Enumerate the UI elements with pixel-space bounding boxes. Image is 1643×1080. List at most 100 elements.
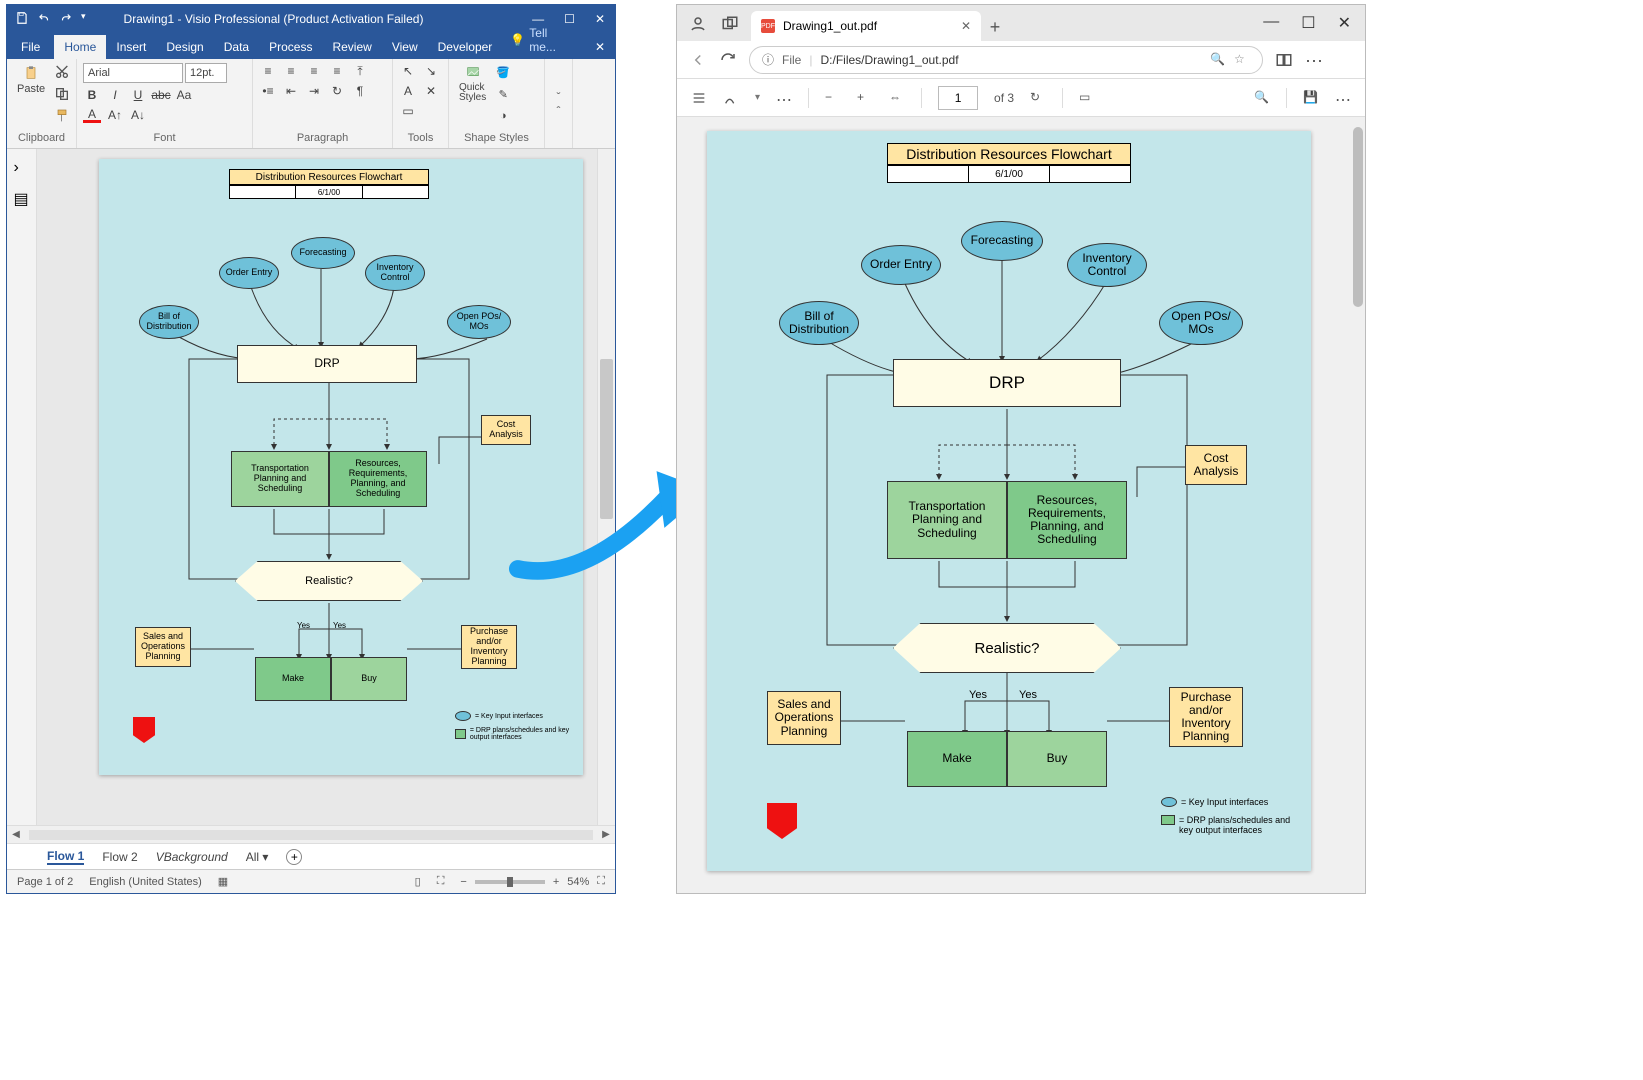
add-sheet-button[interactable]: + [286, 849, 302, 865]
tab-home[interactable]: Home [54, 35, 106, 59]
font-size-select[interactable]: 12pt. [185, 63, 227, 83]
node-purchase-inv-l[interactable]: Purchase and/or Inventory Planning [1169, 687, 1243, 747]
tab-process[interactable]: Process [259, 35, 322, 59]
node-open-pos[interactable]: Open POs/ MOs [447, 305, 511, 339]
pdf-viewport[interactable]: Distribution Resources Flowchart 6/1/00 … [677, 117, 1351, 893]
new-tab-button[interactable]: + [981, 13, 1009, 41]
page-width-icon[interactable]: ⛶ [437, 875, 445, 888]
node-buy[interactable]: Buy [331, 657, 407, 701]
node-open-pos-l[interactable]: Open POs/ MOs [1159, 301, 1243, 345]
bullets-icon[interactable]: •≡ [259, 83, 277, 99]
pdf-zoom-in-icon[interactable]: + [857, 90, 873, 106]
node-forecasting-l[interactable]: Forecasting [961, 221, 1043, 261]
draw-dropdown-icon[interactable]: ▾ [755, 92, 760, 103]
page-view-icon[interactable]: ▭ [1079, 90, 1095, 106]
node-bill-of-dist-l[interactable]: Bill of Distribution [779, 301, 859, 345]
edge-close-icon[interactable]: ✕ [1338, 13, 1351, 33]
expand-shapes-icon[interactable]: › [14, 159, 30, 175]
italic-icon[interactable]: I [106, 87, 124, 103]
inc-indent-icon[interactable]: ⇥ [305, 83, 323, 99]
tell-me[interactable]: 💡Tell me... [502, 21, 585, 59]
scroll-thumb[interactable] [600, 359, 613, 519]
save-icon[interactable] [15, 11, 29, 28]
node-inventory-control-l[interactable]: Inventory Control [1067, 243, 1147, 287]
paragraph-marks-icon[interactable]: ¶ [351, 83, 369, 99]
crop-tool-icon[interactable]: ✕ [422, 83, 440, 99]
undo-icon[interactable] [37, 11, 51, 28]
cut-icon[interactable] [53, 63, 71, 81]
tab-design[interactable]: Design [156, 35, 213, 59]
zoom-out-icon[interactable]: − [460, 876, 466, 888]
align-top-icon[interactable]: ⤒ [351, 63, 369, 79]
line-icon[interactable]: ✎ [494, 85, 512, 103]
node-forecasting[interactable]: Forecasting [291, 237, 355, 269]
grow-font-icon[interactable]: A↑ [106, 107, 124, 123]
underline-icon[interactable]: U [129, 87, 147, 103]
shrink-font-icon[interactable]: A↓ [129, 107, 147, 123]
node-order-entry-l[interactable]: Order Entry [861, 245, 941, 285]
bold-icon[interactable]: B [83, 87, 101, 103]
rotate-text-icon[interactable]: ↻ [328, 83, 346, 99]
effects-icon[interactable]: ◑ [494, 107, 512, 125]
site-info-icon[interactable]: ⓘ [762, 51, 774, 68]
sheet-tab-all[interactable]: All ▾ [246, 850, 269, 864]
ribbon-collapse-icon[interactable]: ˇ [557, 90, 561, 104]
quick-styles-button[interactable]: Quick Styles [455, 63, 490, 105]
pdf-vertical-scrollbar[interactable] [1351, 117, 1365, 893]
rotate-icon[interactable]: ↻ [1030, 90, 1046, 106]
connector-tool-icon[interactable]: ↘ [422, 63, 440, 79]
canvas-area[interactable]: Distribution Resources Flowchart 6/1/00 … [37, 149, 597, 825]
browser-tab[interactable]: PDF Drawing1_out.pdf ✕ [751, 11, 981, 41]
sheet-tab-vbackground[interactable]: VBackground [156, 850, 228, 864]
page-number-input[interactable] [938, 86, 978, 110]
pdf-scroll-thumb[interactable] [1353, 127, 1363, 307]
node-transport[interactable]: Transportation Planning and Scheduling [231, 451, 329, 507]
node-resources[interactable]: Resources, Requirements, Planning, and S… [329, 451, 427, 507]
tab-close-icon[interactable]: ✕ [961, 19, 971, 33]
find-icon[interactable]: 🔍 [1254, 90, 1270, 106]
pointer-tool-icon[interactable]: ↖ [399, 63, 417, 79]
macro-record-icon[interactable]: ▦ [218, 875, 228, 888]
favorite-icon[interactable]: ☆ [1234, 52, 1250, 68]
sheet-tab-flow2[interactable]: Flow 2 [102, 850, 137, 864]
qat-dropdown-icon[interactable]: ▾ [81, 11, 86, 28]
dec-indent-icon[interactable]: ⇤ [282, 83, 300, 99]
address-bar[interactable]: ⓘ File | D:/Files/Drawing1_out.pdf 🔍 ☆ [749, 46, 1263, 74]
node-bill-of-dist[interactable]: Bill of Distribution [139, 305, 199, 339]
canvas-page[interactable]: Distribution Resources Flowchart 6/1/00 … [99, 159, 583, 775]
zoom-level[interactable]: 54% [567, 876, 589, 888]
node-sales-ops[interactable]: Sales and Operations Planning [135, 627, 191, 667]
font-color-icon[interactable]: A [83, 107, 101, 123]
contents-icon[interactable] [691, 90, 707, 106]
format-painter-icon[interactable] [53, 107, 71, 125]
presentation-mode-icon[interactable]: ▯ [415, 875, 421, 888]
back-icon[interactable] [689, 51, 707, 69]
node-realistic-l[interactable]: Realistic? [893, 623, 1121, 673]
tab-actions-icon[interactable] [721, 15, 739, 33]
node-sales-ops-l[interactable]: Sales and Operations Planning [767, 691, 841, 745]
node-buy-l[interactable]: Buy [1007, 731, 1107, 787]
pdf-page[interactable]: Distribution Resources Flowchart 6/1/00 … [707, 131, 1311, 871]
hscroll-left-icon[interactable]: ◀ [7, 829, 25, 840]
node-make[interactable]: Make [255, 657, 331, 701]
pdf-zoom-out-icon[interactable]: − [825, 90, 841, 106]
status-lang[interactable]: English (United States) [89, 876, 202, 888]
ribbon-expand-icon[interactable]: ˆ [557, 104, 561, 118]
save-pdf-icon[interactable]: 💾 [1303, 90, 1319, 106]
align-right-icon[interactable]: ≡ [305, 63, 323, 79]
node-order-entry[interactable]: Order Entry [219, 257, 279, 289]
node-cost-analysis[interactable]: Cost Analysis [481, 415, 531, 445]
split-screen-icon[interactable] [1275, 51, 1293, 69]
fit-page-icon[interactable]: ⛶ [597, 875, 605, 888]
align-left-icon[interactable]: ≡ [259, 63, 277, 79]
stencil-icon[interactable]: ▤ [14, 189, 30, 205]
pdf-more-icon[interactable]: ⋯ [1335, 90, 1351, 106]
edge-minimize-icon[interactable]: — [1263, 13, 1279, 33]
strike-icon[interactable]: abc [152, 87, 170, 103]
tab-view[interactable]: View [382, 35, 428, 59]
fill-icon[interactable]: 🪣 [494, 63, 512, 81]
horizontal-scrollbar[interactable]: ◀ ▶ [7, 825, 615, 843]
zoom-in-icon[interactable]: + [553, 876, 559, 888]
node-transport-l[interactable]: Transportation Planning and Scheduling [887, 481, 1007, 559]
profile-icon[interactable] [689, 15, 707, 33]
